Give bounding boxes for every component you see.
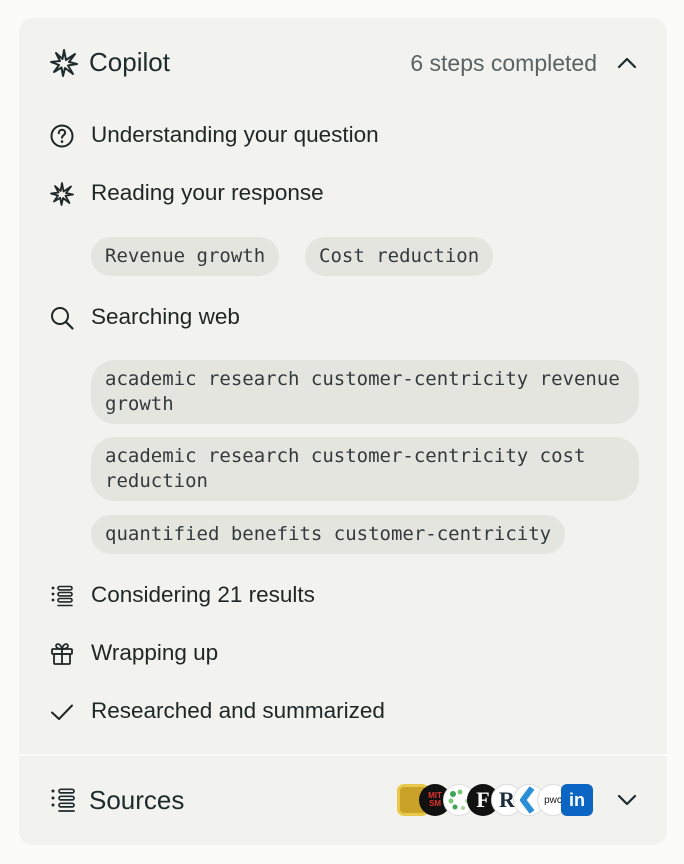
source-favicons[interactable]: MIT SM F R pwc in: [397, 784, 597, 816]
check-icon: [51, 704, 73, 720]
steps-completed-status: 6 steps completed: [410, 50, 597, 76]
response-chip: Cost reduction: [305, 237, 494, 276]
sources-section[interactable]: Sources MIT SM F R pwc in: [19, 756, 667, 845]
response-chip: Revenue growth: [91, 237, 280, 276]
gift-icon: [51, 643, 73, 665]
search-query-chip: academic research customer-centricity re…: [91, 360, 639, 424]
sparkle-icon: [50, 182, 74, 206]
sparkle-icon: [50, 49, 78, 77]
search-query-chip: academic research customer-centricity co…: [91, 437, 639, 501]
step-label: Wrapping up: [91, 640, 219, 665]
search-query-chip: quantified benefits customer-centricity: [91, 515, 566, 554]
copilot-title: Copilot: [89, 47, 170, 77]
copilot-panel: Copilot 6 steps completed Understanding …: [19, 18, 667, 845]
linkedin-logo-icon: in: [561, 784, 593, 816]
sources-title: Sources: [89, 785, 185, 815]
search-icon: [51, 307, 74, 330]
step-label: Considering 21 results: [91, 582, 315, 607]
step-label: Searching web: [91, 304, 240, 329]
chevron-up-icon[interactable]: [615, 51, 639, 75]
question-circle-icon: [50, 124, 74, 148]
chevron-down-icon[interactable]: [615, 788, 639, 812]
step-label: Understanding your question: [91, 122, 379, 147]
step-label: Researched and summarized: [91, 698, 385, 723]
list-icon: [51, 585, 73, 607]
list-icon: [51, 788, 75, 812]
copilot-header[interactable]: Copilot 6 steps completed: [19, 18, 667, 108]
step-label: Reading your response: [91, 180, 324, 205]
